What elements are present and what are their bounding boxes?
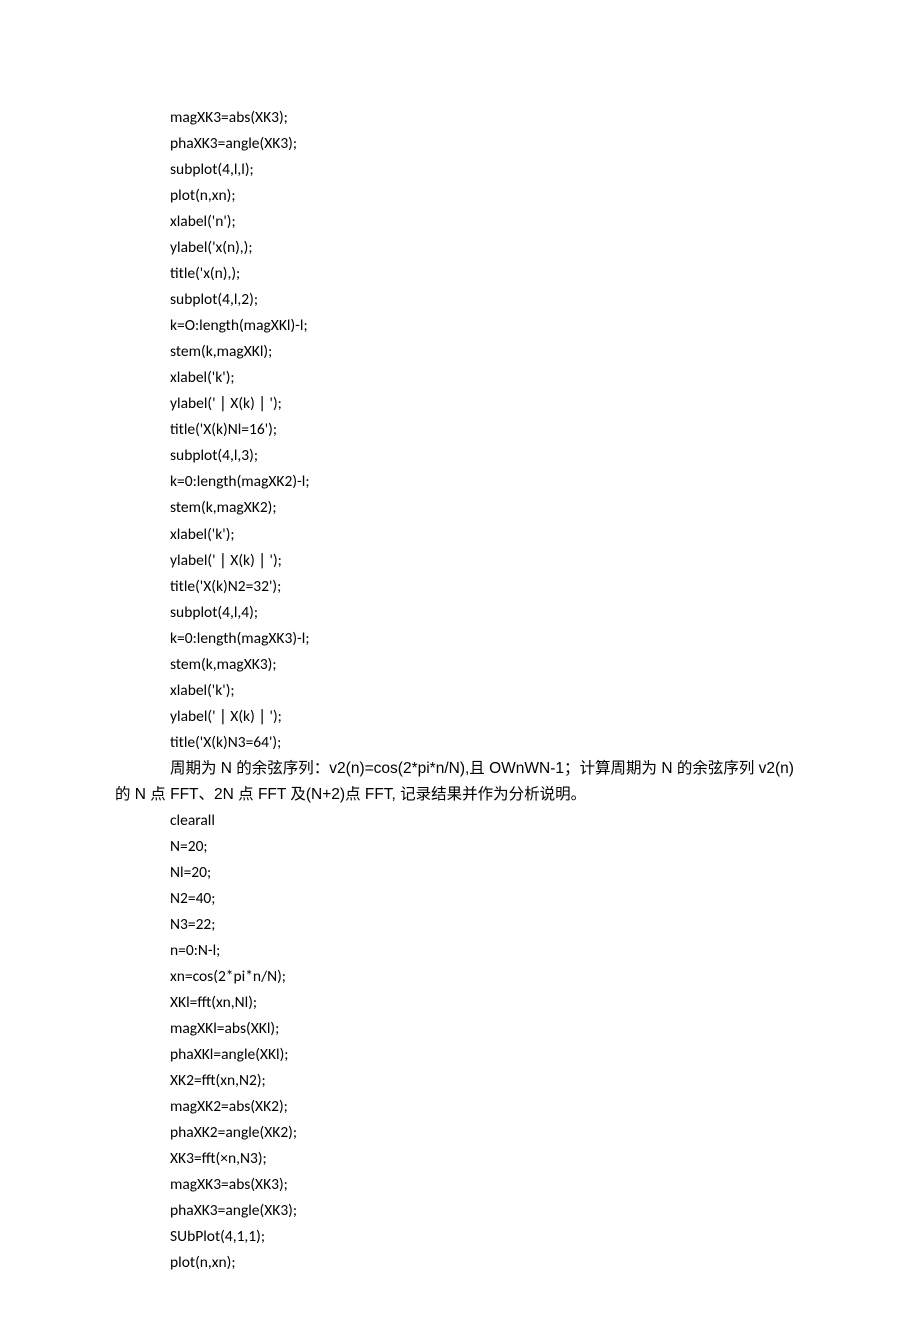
code-line: plot(n,xn); bbox=[115, 183, 805, 209]
code-line: N=20; bbox=[115, 834, 805, 860]
code-line: magXKl=abs(XKl); bbox=[115, 1016, 805, 1042]
code-line: clearall bbox=[115, 808, 805, 834]
code-line: xn=cos(2*pi*n/N); bbox=[115, 964, 805, 990]
code-line: phaXK3=angle(XK3); bbox=[115, 131, 805, 157]
code-line: subplot(4,l,2); bbox=[115, 287, 805, 313]
code-line: title('X(k)N3=64'); bbox=[115, 730, 805, 756]
code-line: subplot(4,l,l); bbox=[115, 157, 805, 183]
code-block-1: magXK3=abs(XK3); phaXK3=angle(XK3); subp… bbox=[115, 105, 805, 756]
code-block-2: clearall N=20; Nl=20; N2=40; N3=22; n=0:… bbox=[115, 808, 805, 1277]
code-line: title('X(k)Nl=16'); bbox=[115, 417, 805, 443]
code-line: xlabel('k'); bbox=[115, 678, 805, 704]
code-line: phaXK2=angle(XK2); bbox=[115, 1120, 805, 1146]
code-line: title('X(k)N2=32'); bbox=[115, 574, 805, 600]
code-line: stem(k,magXK3); bbox=[115, 652, 805, 678]
code-line: k=0:length(magXK3)-l; bbox=[115, 626, 805, 652]
code-line: XK2=fft(xn,N2); bbox=[115, 1068, 805, 1094]
code-line: XKl=fft(xn,Nl); bbox=[115, 990, 805, 1016]
code-line: magXK3=abs(XK3); bbox=[115, 1172, 805, 1198]
code-line: magXK2=abs(XK2); bbox=[115, 1094, 805, 1120]
code-line: stem(k,magXK2); bbox=[115, 495, 805, 521]
code-line: stem(k,magXKl); bbox=[115, 339, 805, 365]
code-line: k=0:length(magXK2)-l; bbox=[115, 469, 805, 495]
code-line: ylabel(' ∣ X(k) ∣ '); bbox=[115, 548, 805, 574]
code-line: N3=22; bbox=[115, 912, 805, 938]
paragraph-line: 周期为 N 的余弦序列：v2(n)=cos(2*pi*n/N),且 OWnWN-… bbox=[115, 756, 805, 782]
code-line: phaXK3=angle(XK3); bbox=[115, 1198, 805, 1224]
code-line: N2=40; bbox=[115, 886, 805, 912]
code-line: phaXKl=angle(XKl); bbox=[115, 1042, 805, 1068]
code-line: ylabel('x(n),); bbox=[115, 235, 805, 261]
code-line: XK3=fft(×n,N3); bbox=[115, 1146, 805, 1172]
code-line: subplot(4,l,3); bbox=[115, 443, 805, 469]
code-line: xlabel('n'); bbox=[115, 209, 805, 235]
description-paragraph: 周期为 N 的余弦序列：v2(n)=cos(2*pi*n/N),且 OWnWN-… bbox=[115, 756, 805, 808]
code-line: subplot(4,l,4); bbox=[115, 600, 805, 626]
code-line: ylabel(' ∣ X(k) ∣ '); bbox=[115, 704, 805, 730]
code-line: plot(n,xn); bbox=[115, 1250, 805, 1276]
code-line: n=0:N-l; bbox=[115, 938, 805, 964]
code-line: xlabel('k'); bbox=[115, 522, 805, 548]
code-line: xlabel('k'); bbox=[115, 365, 805, 391]
code-line: ylabel(' ∣ X(k) ∣ '); bbox=[115, 391, 805, 417]
code-line: Nl=20; bbox=[115, 860, 805, 886]
code-line: SUbPlot(4,1,1); bbox=[115, 1224, 805, 1250]
code-line: k=O:length(magXKl)-l; bbox=[115, 313, 805, 339]
paragraph-line: 的 N 点 FFT、2N 点 FFT 及(N+2)点 FFT, 记录结果并作为分… bbox=[115, 782, 805, 808]
code-line: magXK3=abs(XK3); bbox=[115, 105, 805, 131]
code-line: title('x(n),); bbox=[115, 261, 805, 287]
